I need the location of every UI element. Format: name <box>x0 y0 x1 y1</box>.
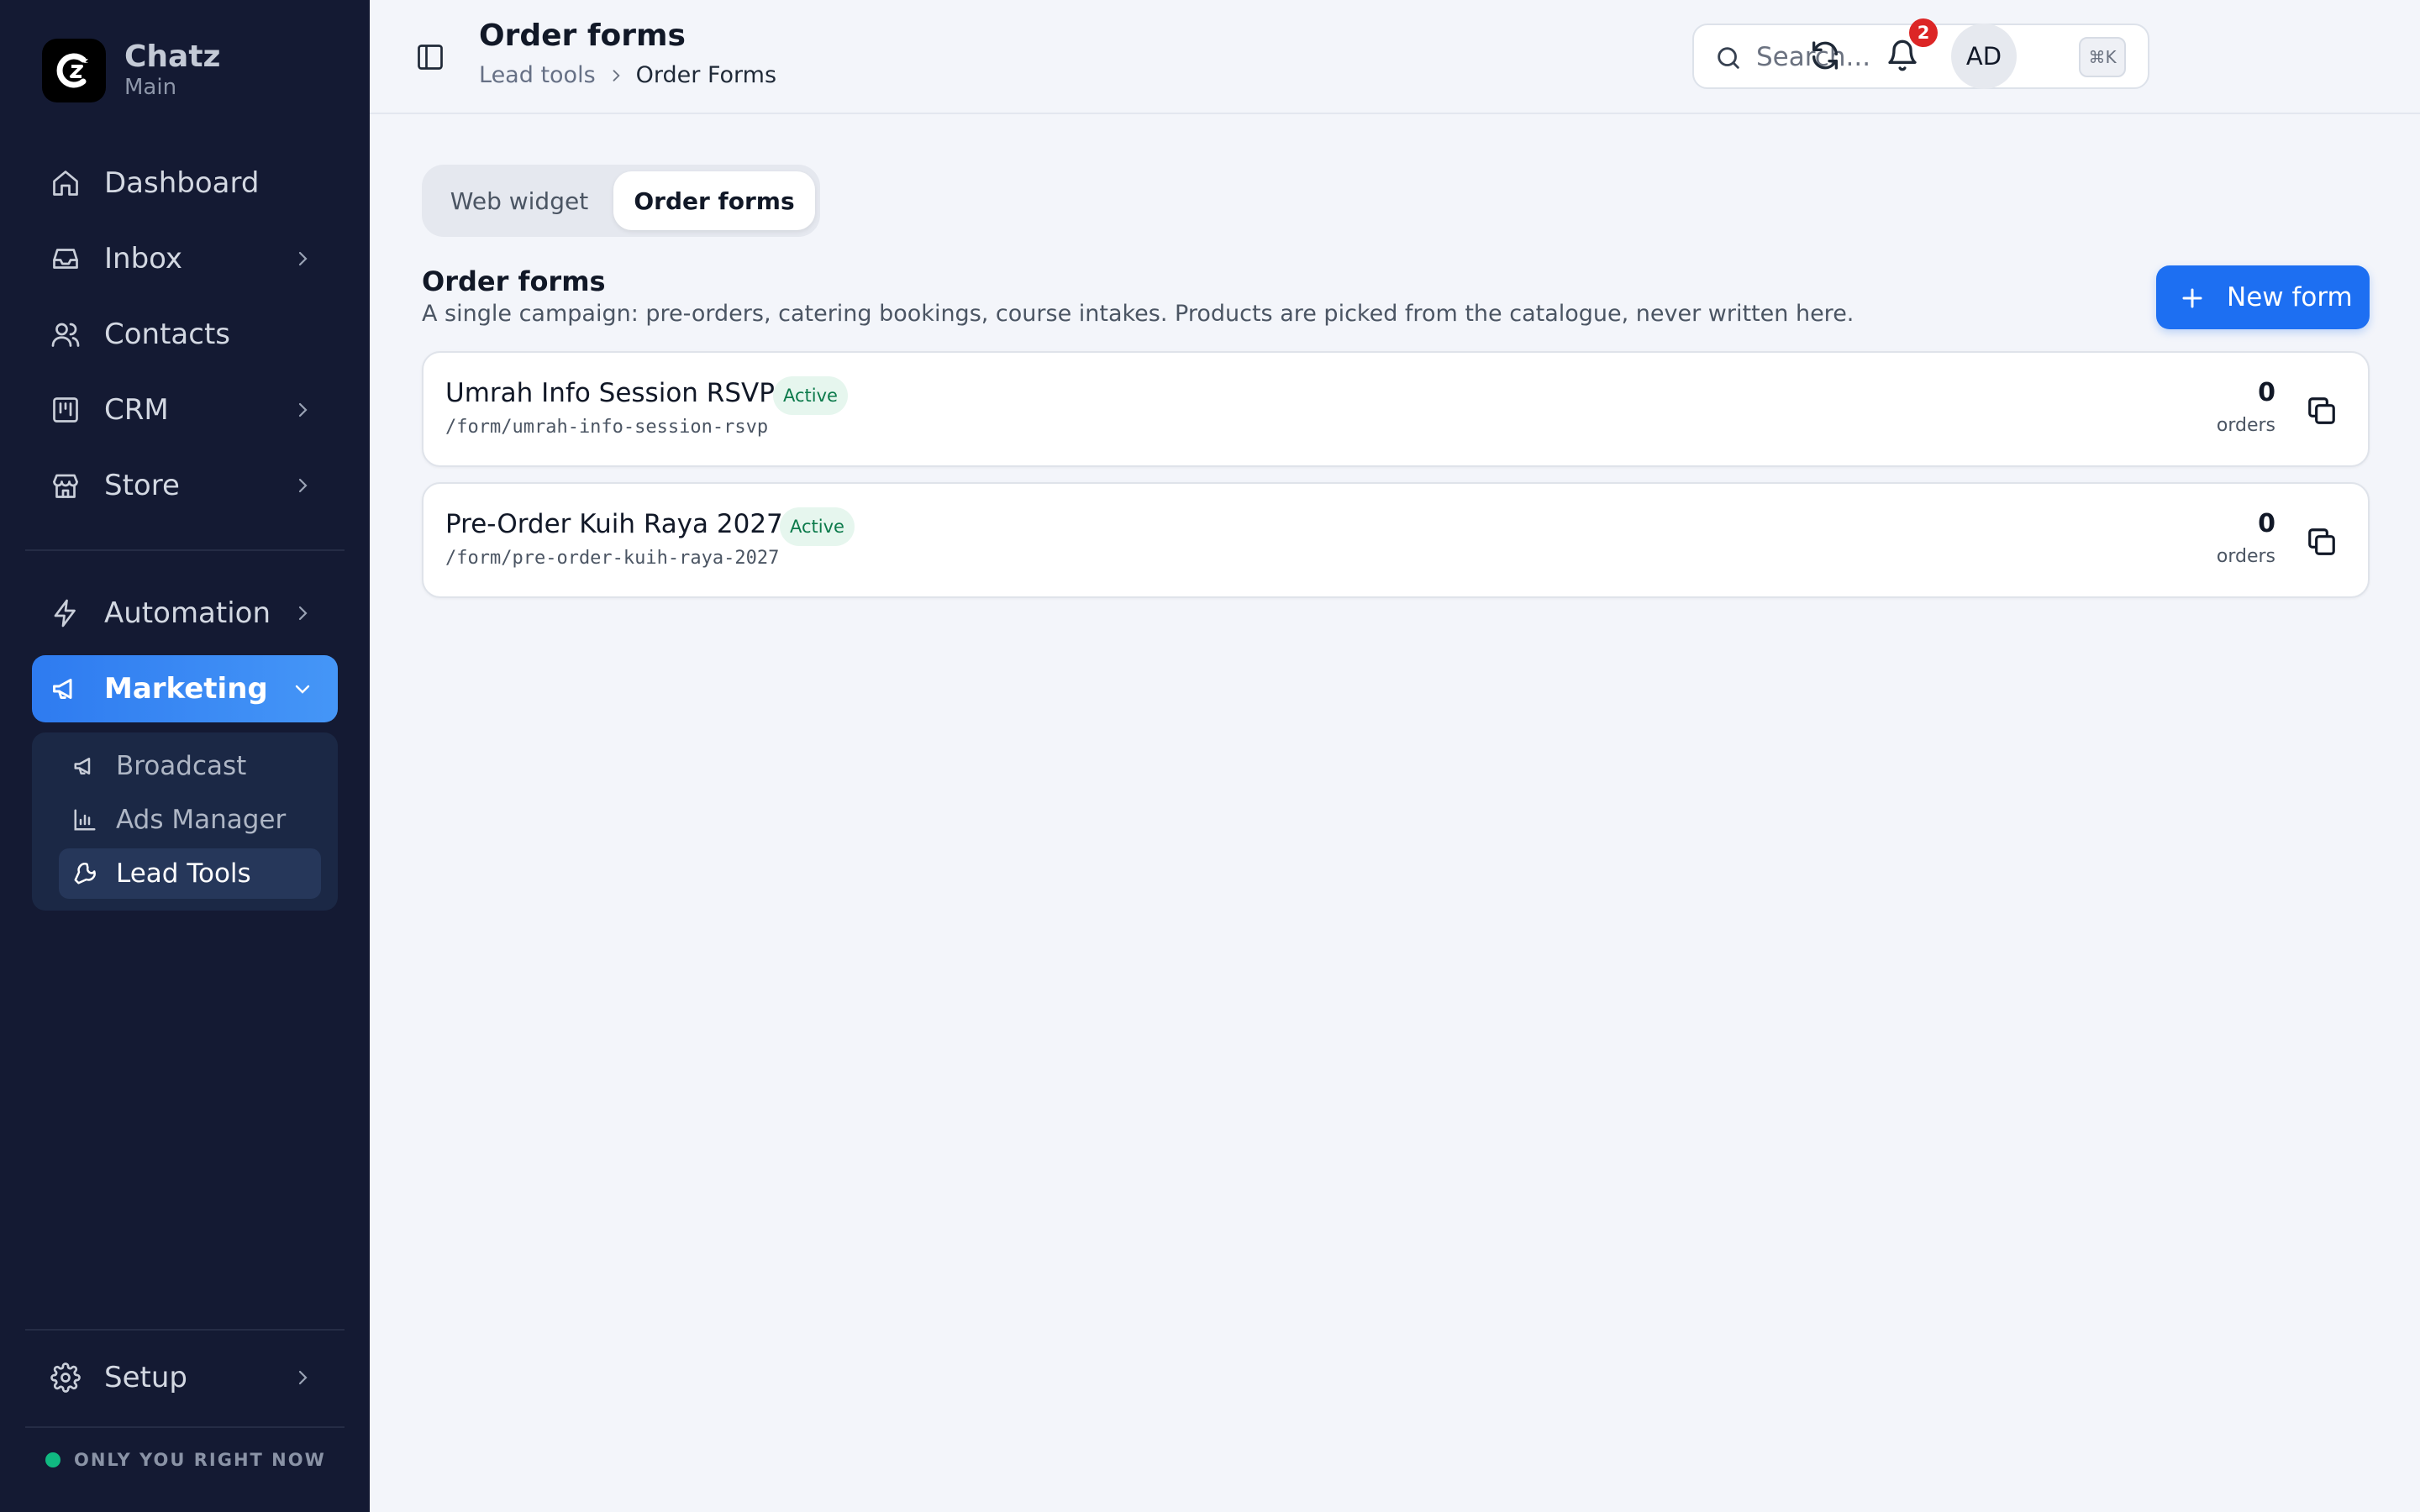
refresh-icon[interactable] <box>1808 39 1842 72</box>
orders-count: 0 <box>2258 509 2275 538</box>
sidebar-subitem-lead-tools[interactable]: Lead Tools <box>59 848 321 899</box>
sidebar: z Chatz Main Dashboard Inbox Contacts CR… <box>0 0 370 1512</box>
form-name: Pre-Order Kuih Raya 2027 <box>445 509 783 539</box>
presence-text: ONLY YOU RIGHT NOW <box>74 1450 326 1470</box>
breadcrumb-order-forms: Order Forms <box>635 62 777 88</box>
form-name: Umrah Info Session RSVP <box>445 378 775 408</box>
bolt-icon <box>54 599 76 627</box>
sidebar-divider <box>25 1426 345 1428</box>
sidebar-subitem-label: Lead Tools <box>116 858 251 889</box>
sidebar-item-label: Inbox <box>104 242 183 276</box>
sidebar-item-dashboard[interactable]: Dashboard <box>32 150 338 217</box>
status-badge: Active <box>773 376 848 415</box>
svg-text:z: z <box>84 57 88 66</box>
tab-bar: Web widget Order forms <box>422 165 820 237</box>
copy-icon[interactable] <box>2306 526 2338 558</box>
plus-icon <box>2182 288 2202 308</box>
sidebar-subitem-label: Ads Manager <box>116 805 287 835</box>
tab-order-forms[interactable]: Order forms <box>613 171 815 230</box>
chevron-right-icon <box>298 402 308 417</box>
top-header: Order forms Lead tools Order Forms ⌘K 2 … <box>370 0 2420 114</box>
brand-logo: z <box>42 39 106 102</box>
sidebar-subitem-label: Broadcast <box>116 751 247 781</box>
orders-label: orders <box>2216 415 2275 436</box>
keyboard-shortcut: ⌘K <box>2079 37 2126 77</box>
sidebar-item-label: CRM <box>104 393 169 427</box>
brand[interactable]: z Chatz Main <box>42 39 221 102</box>
chevron-right-icon <box>298 251 308 266</box>
online-dot-icon <box>45 1452 60 1467</box>
page-title: Order forms <box>479 18 686 53</box>
brand-name: Chatz <box>124 39 221 74</box>
sidebar-item-marketing[interactable]: Marketing <box>32 655 338 722</box>
new-form-label: New form <box>2227 282 2353 312</box>
search-icon <box>1718 47 1739 69</box>
section-title: Order forms <box>422 265 606 297</box>
sidebar-toggle-icon[interactable] <box>415 42 445 72</box>
chevron-down-icon <box>295 685 310 694</box>
sidebar-item-contacts[interactable]: Contacts <box>32 301 338 368</box>
sidebar-subitem-broadcast[interactable]: Broadcast <box>59 741 321 791</box>
presence-status: ONLY YOU RIGHT NOW <box>45 1450 326 1470</box>
form-path: /form/umrah-info-session-rsvp <box>445 417 769 438</box>
wrench-icon <box>74 863 96 885</box>
orders-count: 0 <box>2258 378 2275 407</box>
sidebar-item-automation[interactable]: Automation <box>32 580 338 647</box>
copy-icon[interactable] <box>2306 395 2338 427</box>
sidebar-item-setup[interactable]: Setup <box>32 1344 338 1411</box>
form-card[interactable]: Pre-Order Kuih Raya 2027 Active /form/pr… <box>422 482 2370 598</box>
status-badge: Active <box>780 507 855 546</box>
sidebar-item-label: Automation <box>104 596 271 630</box>
sidebar-item-label: Setup <box>104 1361 187 1394</box>
orders-label: orders <box>2216 546 2275 567</box>
gear-icon <box>50 1362 81 1393</box>
sidebar-subitem-ads-manager[interactable]: Ads Manager <box>59 795 321 845</box>
bar-chart-icon <box>74 809 96 831</box>
notification-badge: 2 <box>1909 18 1938 47</box>
megaphone-icon <box>74 758 91 774</box>
avatar[interactable]: AD <box>1951 24 2017 89</box>
new-form-button[interactable]: New form <box>2156 265 2370 329</box>
tab-web-widget[interactable]: Web widget <box>434 171 605 230</box>
store-icon <box>53 474 78 498</box>
inbox-icon <box>53 249 78 269</box>
workspace-name: Main <box>124 75 177 100</box>
megaphone-icon <box>53 679 72 699</box>
sidebar-item-inbox[interactable]: Inbox <box>32 225 338 292</box>
sidebar-item-label: Dashboard <box>104 166 260 200</box>
section-description: A single campaign: pre-orders, catering … <box>422 301 1854 327</box>
sidebar-divider <box>25 1329 345 1331</box>
sidebar-item-label: Store <box>104 469 180 502</box>
marketing-submenu: Broadcast Ads Manager Lead Tools <box>32 732 338 911</box>
sidebar-item-store[interactable]: Store <box>32 452 338 519</box>
chevron-right-icon <box>298 606 308 621</box>
sidebar-item-crm[interactable]: CRM <box>32 376 338 444</box>
chevron-right-icon <box>298 1370 308 1385</box>
users-icon <box>51 323 80 347</box>
breadcrumb-lead-tools[interactable]: Lead tools <box>479 62 596 88</box>
sidebar-divider <box>25 549 345 551</box>
form-path: /form/pre-order-kuih-raya-2027 <box>445 548 780 569</box>
breadcrumb: Lead tools Order Forms <box>479 62 776 88</box>
sidebar-item-label: Contacts <box>104 318 230 351</box>
form-card[interactable]: Umrah Info Session RSVP Active /form/umr… <box>422 351 2370 467</box>
chevron-right-icon <box>298 478 308 493</box>
chevron-right-icon <box>613 69 620 81</box>
home-icon <box>53 171 78 196</box>
kanban-icon <box>53 397 78 423</box>
sidebar-item-label: Marketing <box>104 672 268 706</box>
